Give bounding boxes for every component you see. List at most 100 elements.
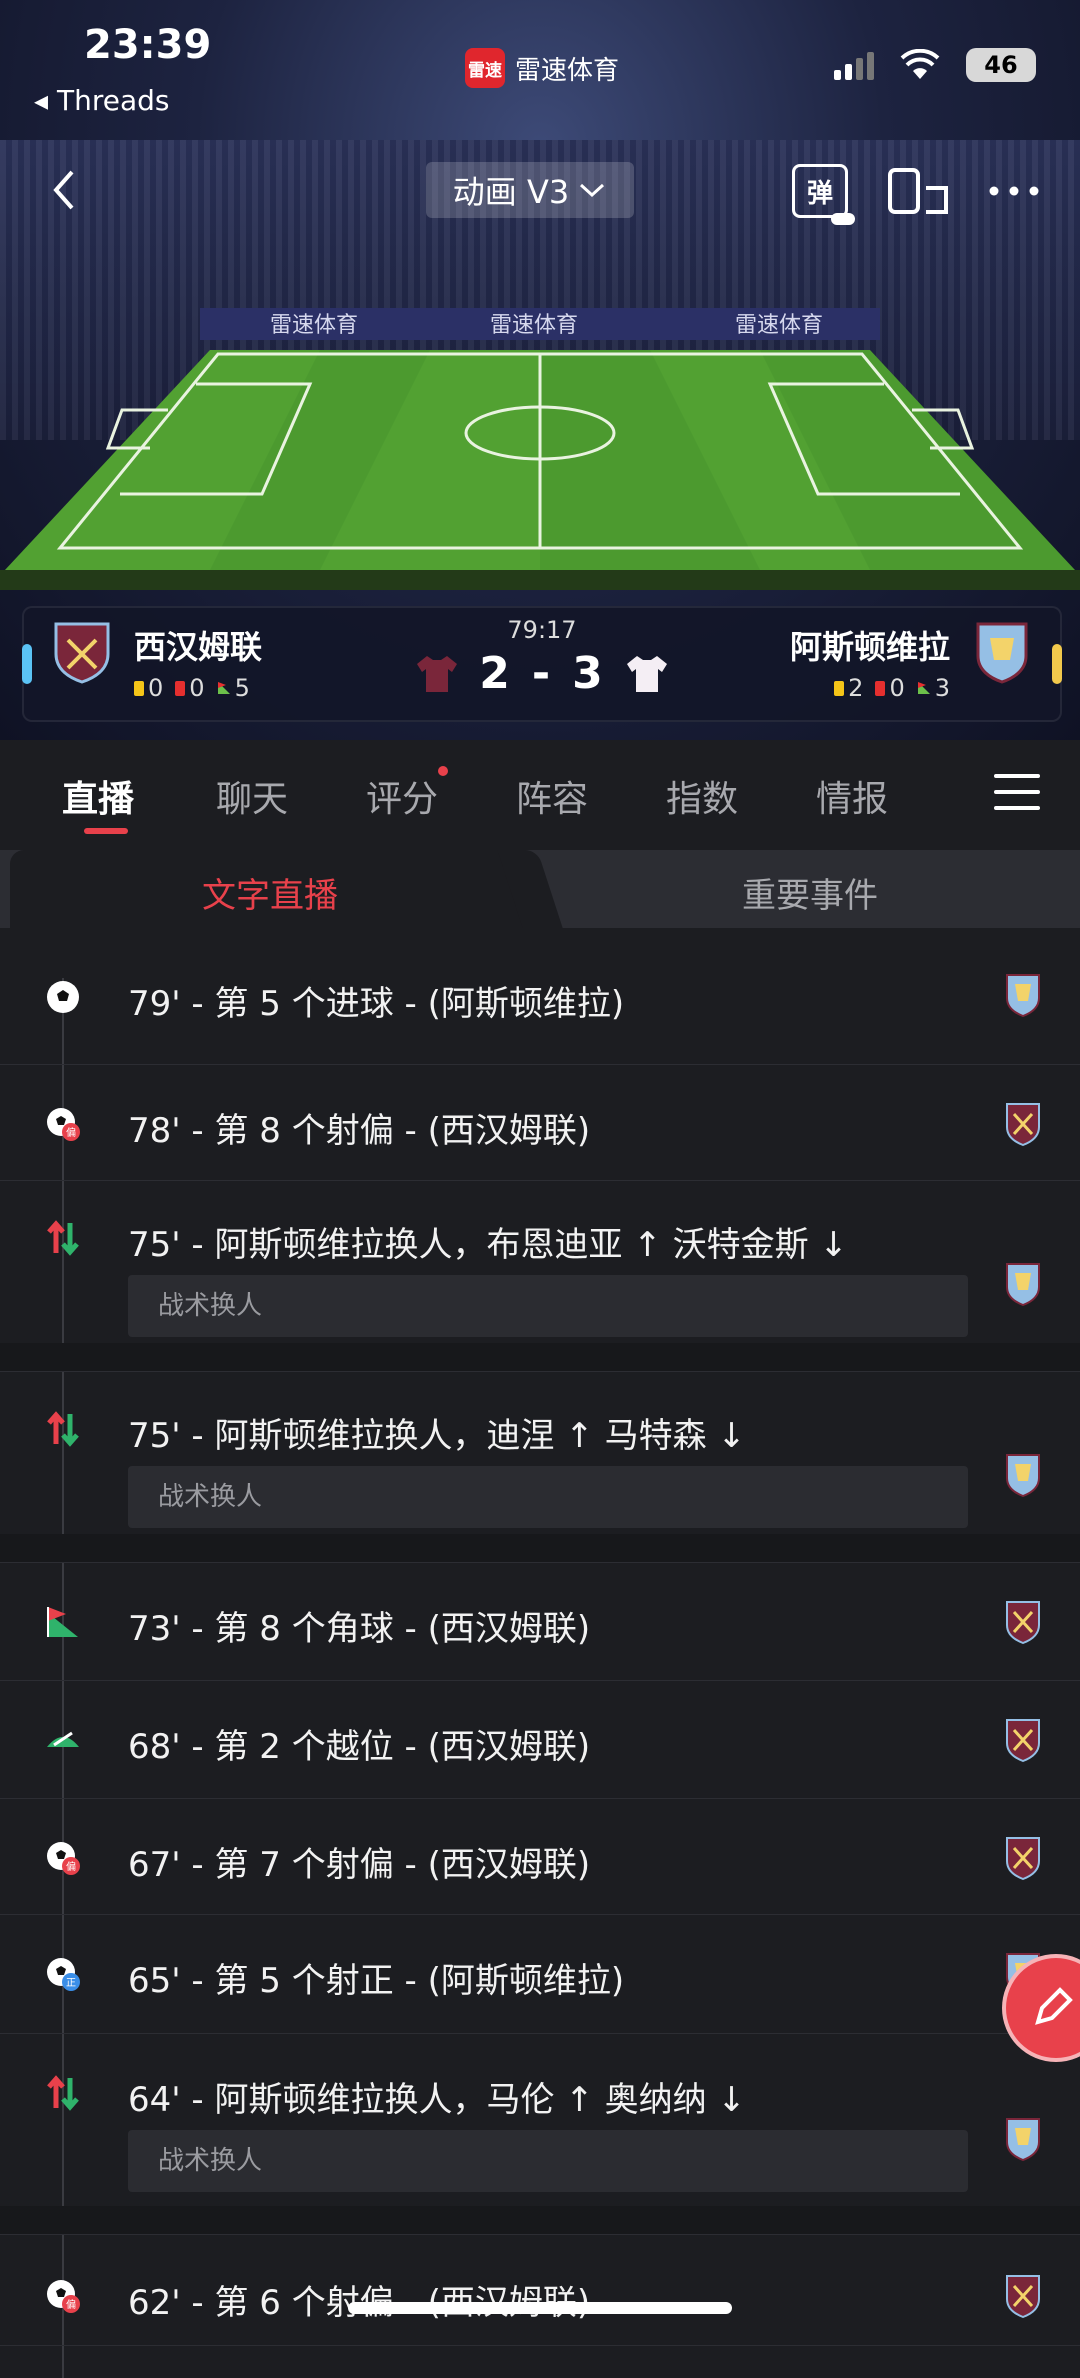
back-arrow-icon[interactable] — [44, 160, 84, 220]
tab-lineup[interactable]: 阵容 — [516, 770, 588, 822]
app-name: 雷速体育 — [515, 55, 620, 86]
pencil-icon — [1035, 1987, 1073, 2025]
match-animation-area: 23:39 ◂ Threads 雷速 雷速体育 46 动画 V3 弹 雷速体育 … — [0, 0, 1080, 740]
west-ham-crest-icon — [1006, 1103, 1040, 1147]
event-detail: 战术换人 — [128, 1275, 968, 1337]
wifi-icon — [900, 49, 940, 79]
shot-off-target-icon: 偏 — [47, 2280, 80, 2313]
tab-odds[interactable]: 指数 — [666, 770, 738, 822]
away-corners: 3 — [934, 674, 950, 702]
score-separator: - — [531, 648, 553, 699]
aston-villa-crest-icon — [1006, 1263, 1040, 1307]
tab-live[interactable]: 直播 — [62, 770, 134, 822]
cellular-signal-icon — [834, 50, 874, 80]
away-score: 3 — [572, 648, 605, 699]
top-nav: 动画 V3 弹 — [0, 160, 1080, 225]
app-indicator: 雷速 雷速体育 — [465, 48, 619, 88]
away-yellow-cards: 2 — [848, 674, 864, 702]
event-text: 65' - 第 5 个射正 - (阿斯顿维拉) — [128, 1961, 625, 2001]
ad-board-text: 雷速体育 — [270, 313, 358, 338]
event-text: 64' - 阿斯顿维拉换人，马伦 ↑ 奥纳纳 ↓ — [128, 2080, 746, 2120]
event-row[interactable]: 偏 78' - 第 8 个射偏 - (西汉姆联) — [0, 1065, 1080, 1181]
home-indicator[interactable] — [348, 2302, 732, 2314]
battery-indicator: 46 — [966, 48, 1036, 82]
goal-icon — [47, 981, 79, 1013]
west-ham-crest-icon — [1006, 1719, 1040, 1763]
subtab-text-live[interactable]: 文字直播 — [0, 868, 540, 917]
offside-icon — [47, 1731, 79, 1747]
event-row[interactable]: 75' - 阿斯顿维拉换人，迪涅 ↑ 马特森 ↓ 战术换人 — [0, 1372, 1080, 1563]
danmaku-toggle-button[interactable]: 弹 — [792, 164, 855, 225]
active-tab-indicator — [84, 828, 128, 834]
status-bar: 23:39 ◂ Threads 雷速 雷速体育 46 — [0, 0, 1080, 120]
event-feed: 79' - 第 5 个进球 - (阿斯顿维拉) 偏 78' - 第 8 个射偏 … — [0, 928, 1080, 2378]
away-kit-icon — [626, 655, 667, 692]
status-icons: 46 — [834, 48, 1036, 82]
substitution-icon — [47, 2075, 79, 2111]
notification-dot — [438, 766, 449, 776]
event-row[interactable]: 75' - 阿斯顿维拉换人，布恩迪亚 ↑ 沃特金斯 ↓ 战术换人 — [0, 1181, 1080, 1372]
icon-badge-text: 偏 — [66, 1860, 76, 1873]
app-logo: 雷速 — [465, 48, 505, 88]
sub-tabs: 文字直播 重要事件 — [0, 850, 1080, 928]
west-ham-crest-icon — [1006, 2275, 1040, 2319]
corner-flag-icon — [47, 1607, 78, 1637]
event-text: 62' - 第 6 个射偏 - (西汉姆联) — [128, 2283, 590, 2323]
chevron-down-icon — [580, 183, 605, 198]
away-team[interactable]: 阿斯顿维拉 2 0 3 — [790, 620, 1032, 702]
yellow-card-icon — [834, 680, 845, 696]
event-text: 75' - 阿斯顿维拉换人，迪涅 ↑ 马特森 ↓ — [128, 1416, 746, 1456]
shot-off-target-icon: 偏 — [47, 1108, 80, 1141]
ad-board-text: 雷速体育 — [490, 313, 578, 338]
back-to-app-link[interactable]: ◂ Threads — [34, 84, 169, 117]
animation-mode-dropdown[interactable]: 动画 V3 — [426, 162, 634, 218]
event-row[interactable]: 偏 67' - 第 7 个射偏 - (西汉姆联) — [0, 1799, 1080, 1915]
event-text: 75' - 阿斯顿维拉换人，布恩迪亚 ↑ 沃特金斯 ↓ — [128, 1225, 848, 1265]
ad-board-text: 雷速体育 — [735, 313, 823, 338]
icon-badge-text: 正 — [66, 1978, 76, 1989]
icon-badge-text: 偏 — [66, 2298, 76, 2311]
event-text: 73' - 第 8 个角球 - (西汉姆联) — [128, 1609, 591, 1649]
event-row[interactable]: 正 65' - 第 5 个射正 - (阿斯顿维拉) — [0, 1915, 1080, 2034]
shot-on-target-icon: 正 — [47, 1958, 80, 1991]
event-detail: 战术换人 — [128, 1466, 968, 1528]
tab-intel[interactable]: 情报 — [816, 770, 888, 822]
main-tabs: 直播 聊天 评分 阵容 指数 情报 — [0, 740, 1080, 848]
substitution-icon — [47, 1411, 79, 1447]
west-ham-crest-icon — [1006, 1837, 1040, 1881]
status-time: 23:39 — [84, 22, 212, 68]
icon-badge-text: 偏 — [66, 1126, 76, 1139]
aston-villa-crest-icon — [1006, 974, 1040, 1018]
away-red-cards: 0 — [889, 674, 905, 702]
more-options-icon[interactable] — [988, 185, 1040, 197]
pitch-graphic: 雷速体育 雷速体育 雷速体育 — [0, 308, 1080, 590]
event-row[interactable]: 68' - 第 2 个越位 - (西汉姆联) — [0, 1681, 1080, 1799]
home-kit-icon — [417, 655, 458, 692]
aston-villa-crest-icon — [976, 622, 1028, 684]
event-text: 68' - 第 2 个越位 - (西汉姆联) — [128, 1727, 591, 1767]
red-card-icon — [875, 680, 886, 696]
event-row[interactable]: 偏 62' - 第 6 个射偏 - (西汉姆联) — [0, 2235, 1080, 2346]
event-detail: 战术换人 — [128, 2130, 968, 2192]
west-ham-crest-icon — [1006, 1601, 1040, 1645]
aston-villa-crest-icon — [1006, 1454, 1040, 1498]
tab-rating[interactable]: 评分 — [366, 766, 449, 822]
back-app-label: Threads — [56, 84, 170, 117]
animation-mode-label: 动画 V3 — [452, 173, 570, 211]
tab-chat[interactable]: 聊天 — [216, 770, 288, 822]
scoreboard: 西汉姆联 0 0 5 79:17 2 - 3 阿斯顿维拉 2 0 3 — [22, 606, 1062, 722]
event-text: 67' - 第 7 个射偏 - (西汉姆联) — [128, 1845, 591, 1885]
tab-rating-label: 评分 — [366, 779, 439, 820]
subtab-key-events[interactable]: 重要事件 — [540, 868, 1080, 917]
screen-switch-icon[interactable] — [886, 166, 950, 216]
substitution-icon — [47, 1220, 79, 1256]
event-row[interactable]: 79' - 第 5 个进球 - (阿斯顿维拉) — [0, 928, 1080, 1065]
menu-icon[interactable] — [994, 774, 1040, 822]
shot-off-target-icon: 偏 — [47, 1842, 80, 1875]
corner-icon — [917, 682, 930, 694]
home-score: 2 — [479, 648, 512, 699]
event-row[interactable]: 73' - 第 8 个角球 - (西汉姆联) — [0, 1563, 1080, 1681]
event-text: 79' - 第 5 个进球 - (阿斯顿维拉) — [128, 984, 625, 1024]
event-row[interactable]: 64' - 阿斯顿维拉换人，马伦 ↑ 奥纳纳 ↓ 战术换人 — [0, 2034, 1080, 2235]
aston-villa-crest-icon — [1006, 2118, 1040, 2162]
